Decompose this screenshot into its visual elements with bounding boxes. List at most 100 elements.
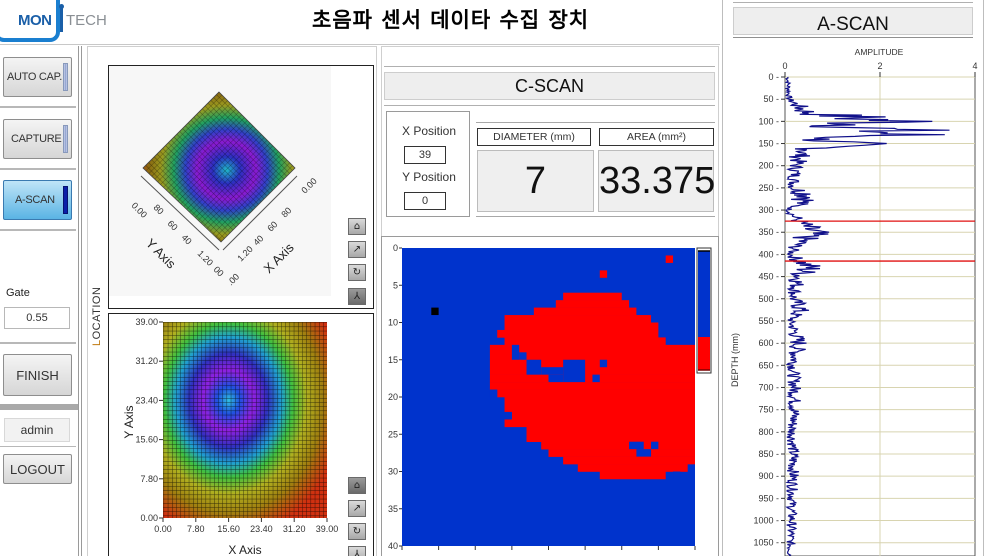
defect-cell-row xyxy=(511,411,695,420)
axes-reset-icon[interactable]: ⅄ xyxy=(348,288,366,305)
y-tick-label: 300 - xyxy=(758,205,779,215)
y-axis-label: Y Axis xyxy=(122,405,136,438)
x-tick-label: 4 xyxy=(972,61,977,71)
header-divider xyxy=(0,44,720,45)
finish-button[interactable]: FINISH xyxy=(3,354,72,396)
y-axis-label: DEPTH (mm) xyxy=(730,333,740,387)
non-defect-cell xyxy=(541,367,564,375)
y-tick-label: 150 - xyxy=(758,139,779,149)
x-axis-label: X Axis xyxy=(228,543,261,556)
y-tick-label: 600 - xyxy=(758,338,779,348)
defect-cell-row xyxy=(526,434,695,442)
user-name-display: admin xyxy=(4,418,70,442)
defect-cell-row xyxy=(489,344,695,353)
y-tick-label: 800 - xyxy=(758,427,779,437)
y-tick-label: 0.00 xyxy=(140,513,158,523)
defect-cell-row xyxy=(504,322,659,331)
y-tick-label: 0 - xyxy=(768,72,779,82)
surface-3d-plot: 0.00 80 60 40 1.20 00 0.00 80 60 40 1.20… xyxy=(109,66,331,296)
y-position-value[interactable]: 0 xyxy=(404,192,446,210)
y-tick-label: 700 - xyxy=(758,382,779,392)
non-defect-cell xyxy=(629,441,644,450)
a-scan-label: A-SCAN xyxy=(15,194,55,206)
capture-button[interactable]: CAPTURE xyxy=(3,119,72,159)
y-tick-label: 650 - xyxy=(758,360,779,370)
non-defect-cell xyxy=(489,389,498,397)
c-scan-plot: 0 5 10 15 20 25 30 35 40 xyxy=(388,243,712,551)
a-scan-indicator xyxy=(63,186,68,214)
non-defect-cell xyxy=(563,359,586,383)
divider xyxy=(384,66,715,67)
zoom-icon[interactable]: ⌂ xyxy=(348,218,366,235)
defect-cell-row xyxy=(504,315,652,323)
y-tick-label: 750 - xyxy=(758,405,779,415)
location-label: LOCATION xyxy=(91,286,103,346)
sidebar-gray-bar xyxy=(0,404,78,410)
defect-cell-row xyxy=(555,300,630,308)
a-scan-button[interactable]: A-SCAN xyxy=(3,180,72,220)
y-tick-label: 50 - xyxy=(763,94,779,104)
y-tick-label: 10 xyxy=(388,318,398,328)
gate-input[interactable]: 0.55 xyxy=(4,307,70,329)
zoom-icon[interactable]: ⌂ xyxy=(348,477,366,494)
y-tick-label: 35 xyxy=(388,504,398,514)
y-tick-label: 23.40 xyxy=(135,395,158,405)
y-tick-label: 40 xyxy=(388,541,398,551)
pan-xy-icon[interactable]: ↗ xyxy=(348,500,366,517)
defect-cell-row xyxy=(504,337,666,346)
capture-indicator xyxy=(63,125,68,153)
y-tick-label: 900 - xyxy=(758,471,779,481)
c-scan-graph[interactable]: 0 5 10 15 20 25 30 35 40 xyxy=(381,236,719,556)
defect-cell-row xyxy=(563,292,622,301)
y-tick-label: 15.60 xyxy=(135,435,158,445)
divider xyxy=(384,105,715,106)
a-scan-title: A-SCAN xyxy=(733,7,973,35)
non-defect-cell xyxy=(519,352,527,360)
defect-cell-row xyxy=(489,359,695,368)
diameter-label: DIAMETER (mm) xyxy=(477,128,591,146)
divider xyxy=(733,37,973,38)
x-position-value[interactable]: 39 xyxy=(404,146,446,164)
page-title: 초음파 센서 데이타 수집 장치 xyxy=(312,8,590,32)
y-tick-label: 31.20 xyxy=(135,356,158,366)
y-tick-label: 1000 - xyxy=(753,516,779,526)
rotate-icon[interactable]: ↻ xyxy=(348,264,366,281)
auto-capture-label: AUTO CAP. xyxy=(7,71,62,83)
sidebar-border xyxy=(81,46,82,556)
y-tick-label: 25 xyxy=(388,429,398,439)
x-tick-label: 0 xyxy=(782,61,787,71)
y-tick-label: 500 - xyxy=(758,294,779,304)
x-axis-label: AMPLITUDE xyxy=(855,47,904,57)
y-tick-label: 5 xyxy=(393,280,398,290)
sidebar-divider xyxy=(0,342,76,344)
logout-button[interactable]: LOGOUT xyxy=(3,454,72,484)
y-tick-label: 20 xyxy=(388,392,398,402)
color-ramp-red xyxy=(698,337,710,370)
a-scan-graph[interactable]: AMPLITUDE DEPTH (mm) 0 2 4 0 - 50 - 100 - 150… xyxy=(722,40,984,556)
pan-xy-icon[interactable]: ↗ xyxy=(348,241,366,258)
defect-cell-row xyxy=(541,441,695,450)
y-tick-label: 250 - xyxy=(758,183,779,193)
y-tick-label: 7.80 xyxy=(140,474,158,484)
y-tick-label: 350 - xyxy=(758,227,779,237)
rotate-icon[interactable]: ↻ xyxy=(348,523,366,540)
auto-capture-indicator xyxy=(63,63,68,91)
defect-cell-row xyxy=(504,397,695,405)
sidebar-divider xyxy=(0,106,76,108)
surface-3d-graph[interactable]: 0.00 80 60 40 1.20 00 0.00 80 60 40 1.20… xyxy=(108,65,374,309)
x-tick-label: 23.40 xyxy=(250,524,273,534)
defect-cell xyxy=(665,255,674,263)
auto-capture-button[interactable]: AUTO CAP. xyxy=(3,57,72,97)
intensity-graph[interactable]: 39.00 31.20 23.40 15.60 7.80 0.00 0.00 7.80 15.… xyxy=(108,313,374,556)
x-tick-label: 39.00 xyxy=(316,524,339,534)
sidebar-divider xyxy=(0,229,76,231)
defect-cell-row xyxy=(497,329,659,338)
sidebar-divider xyxy=(0,168,76,170)
non-defect-cell xyxy=(548,374,564,383)
y-tick-label: 1050 - xyxy=(753,538,779,548)
non-defect-cell xyxy=(599,359,608,368)
diameter-value: 7 xyxy=(477,150,594,212)
defect-cell-row xyxy=(577,464,688,472)
finish-label: FINISH xyxy=(16,367,59,383)
axes-reset-icon[interactable]: ⅄ xyxy=(348,546,366,556)
